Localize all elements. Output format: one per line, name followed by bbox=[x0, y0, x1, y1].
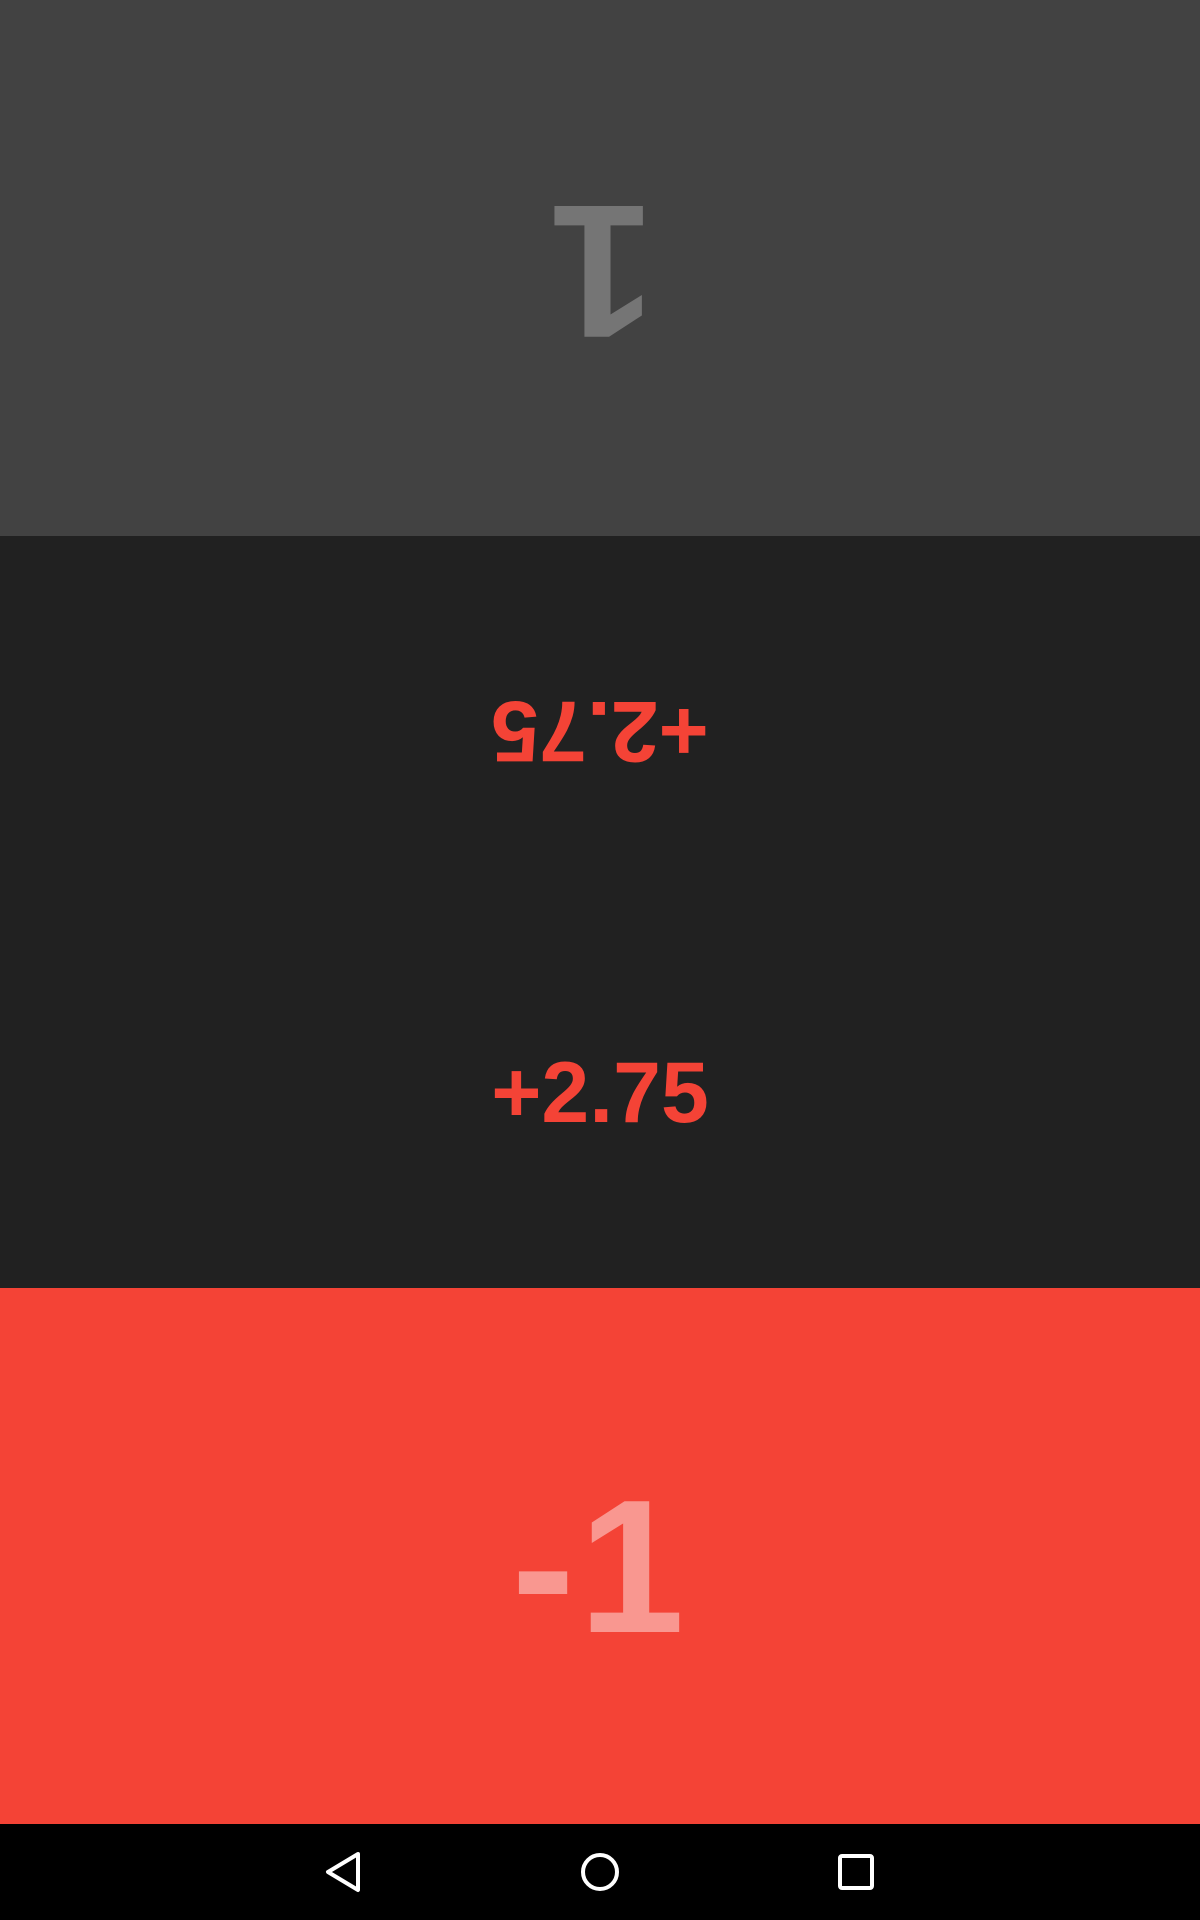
home-button[interactable] bbox=[564, 1836, 636, 1908]
system-navigation-bar bbox=[0, 1824, 1200, 1920]
app-root: 1 +2.75 +2.75 -1 bbox=[0, 0, 1200, 1920]
recents-icon bbox=[838, 1854, 874, 1890]
bottom-player-delta: +2.75 bbox=[491, 1045, 709, 1141]
home-icon bbox=[581, 1853, 619, 1891]
recents-button[interactable] bbox=[820, 1836, 892, 1908]
top-player-score: 1 bbox=[545, 165, 655, 377]
back-button[interactable] bbox=[308, 1836, 380, 1908]
bottom-player-panel[interactable] bbox=[0, 1288, 1200, 1824]
delta-panel bbox=[0, 536, 1200, 1288]
top-player-delta: +2.75 bbox=[491, 683, 709, 779]
back-icon bbox=[326, 1852, 360, 1892]
